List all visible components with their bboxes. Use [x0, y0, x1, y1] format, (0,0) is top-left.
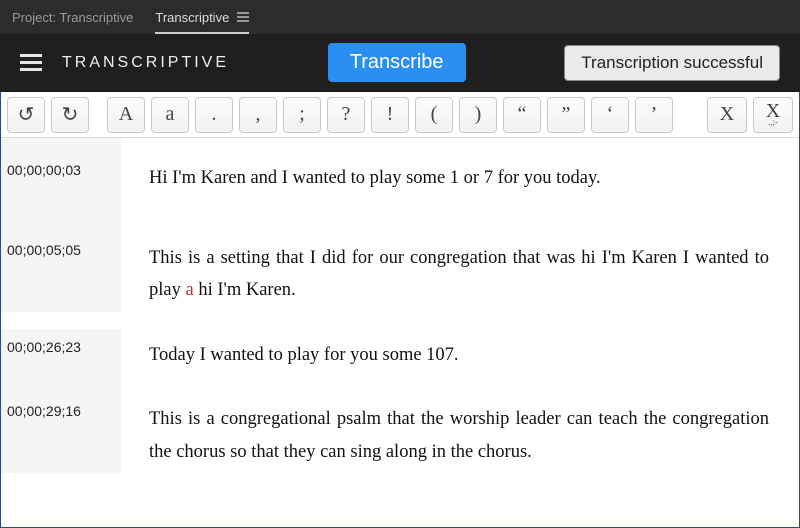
- timecode[interactable]: 00;00;05;05: [1, 232, 121, 312]
- clear-punct-sub: .,;-: [768, 118, 778, 126]
- app-header: TRANSCRIPTIVE Transcribe Transcription s…: [0, 34, 800, 92]
- left-double-quote-button[interactable]: “: [503, 97, 541, 133]
- lparen-button[interactable]: (: [415, 97, 453, 133]
- editor-toolbar: ↺ ↻ A a . , ; ? ! ( ) “ ” ‘ ’ X X .,;-: [1, 92, 799, 138]
- question-button[interactable]: ?: [327, 97, 365, 133]
- right-single-quote-button[interactable]: ’: [635, 97, 673, 133]
- transcript-text[interactable]: Today I wanted to play for you some 107.: [121, 329, 799, 393]
- timecode[interactable]: 00;00;00;03: [1, 152, 121, 232]
- transcript-row: 00;00;00;03 Hi I'm Karen and I wanted to…: [1, 152, 799, 232]
- lowercase-button[interactable]: a: [151, 97, 189, 133]
- project-topbar: Project: Transcriptive Transcriptive: [0, 0, 800, 34]
- tab-transcriptive[interactable]: Transcriptive: [155, 0, 249, 34]
- exclaim-button[interactable]: !: [371, 97, 409, 133]
- transcript-text[interactable]: This is a setting that I did for our con…: [121, 232, 799, 329]
- semicolon-button[interactable]: ;: [283, 97, 321, 133]
- transcript-row: 00;00;26;23 Today I wanted to play for y…: [1, 329, 799, 393]
- transcript-row: 00;00;05;05 This is a setting that I did…: [1, 232, 799, 329]
- clear-punct-top: X: [766, 104, 780, 118]
- transcript-text[interactable]: Hi I'm Karen and I wanted to play some 1…: [121, 152, 799, 216]
- transcript-text[interactable]: This is a congregational psalm that the …: [121, 393, 799, 490]
- menu-button[interactable]: [18, 50, 44, 76]
- clear-punctuation-button[interactable]: X .,;-: [753, 97, 793, 133]
- undo-button[interactable]: ↺: [7, 97, 45, 133]
- rparen-button[interactable]: ): [459, 97, 497, 133]
- tab-menu-icon: [237, 12, 249, 22]
- clear-button[interactable]: X: [707, 97, 747, 133]
- comma-button[interactable]: ,: [239, 97, 277, 133]
- transcript-body: 00;00;00;03 Hi I'm Karen and I wanted to…: [1, 138, 799, 490]
- timecode[interactable]: 00;00;29;16: [1, 393, 121, 473]
- tab-label: Transcriptive: [155, 10, 229, 25]
- left-single-quote-button[interactable]: ‘: [591, 97, 629, 133]
- period-button[interactable]: .: [195, 97, 233, 133]
- status-badge: Transcription successful: [564, 45, 780, 81]
- timecode[interactable]: 00;00;26;23: [1, 329, 121, 393]
- hamburger-icon: [20, 54, 42, 72]
- uppercase-button[interactable]: A: [107, 97, 145, 133]
- project-label: Project: Transcriptive: [12, 10, 133, 25]
- redo-button[interactable]: ↻: [51, 97, 89, 133]
- editor-panel: ↺ ↻ A a . , ; ? ! ( ) “ ” ‘ ’ X X .,;- 0…: [0, 92, 800, 528]
- right-double-quote-button[interactable]: ”: [547, 97, 585, 133]
- app-title: TRANSCRIPTIVE: [62, 54, 229, 72]
- transcript-row: 00;00;29;16 This is a congregational psa…: [1, 393, 799, 490]
- transcribe-button[interactable]: Transcribe: [328, 43, 466, 82]
